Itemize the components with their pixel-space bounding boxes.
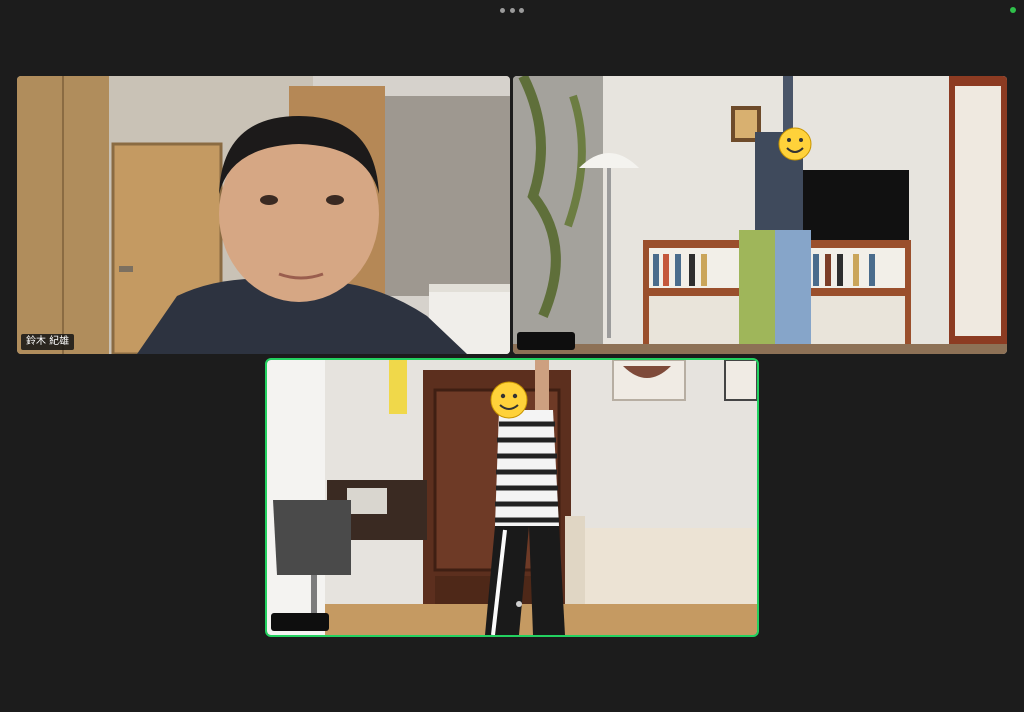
- ellipsis-dot: [509, 7, 515, 13]
- zoom-meeting-window: 鈴木 紀雄: [0, 0, 1024, 712]
- camera-status-indicator: [1010, 7, 1016, 13]
- video-tile-participant-1[interactable]: 鈴木 紀雄: [17, 76, 510, 354]
- ellipsis-dot: [519, 7, 524, 13]
- video-tile-participant-2[interactable]: [513, 76, 1007, 354]
- video-feed-2: [513, 76, 1007, 354]
- ellipsis-icon[interactable]: [500, 4, 524, 16]
- participant-name-label: [517, 332, 575, 350]
- ellipsis-dot: [500, 7, 505, 13]
- video-feed-1: [17, 76, 510, 354]
- participant-name-label: [271, 613, 329, 631]
- participant-name-label: 鈴木 紀雄: [21, 334, 75, 350]
- video-feed-3: [267, 360, 757, 635]
- video-tile-participant-3[interactable]: [265, 358, 759, 637]
